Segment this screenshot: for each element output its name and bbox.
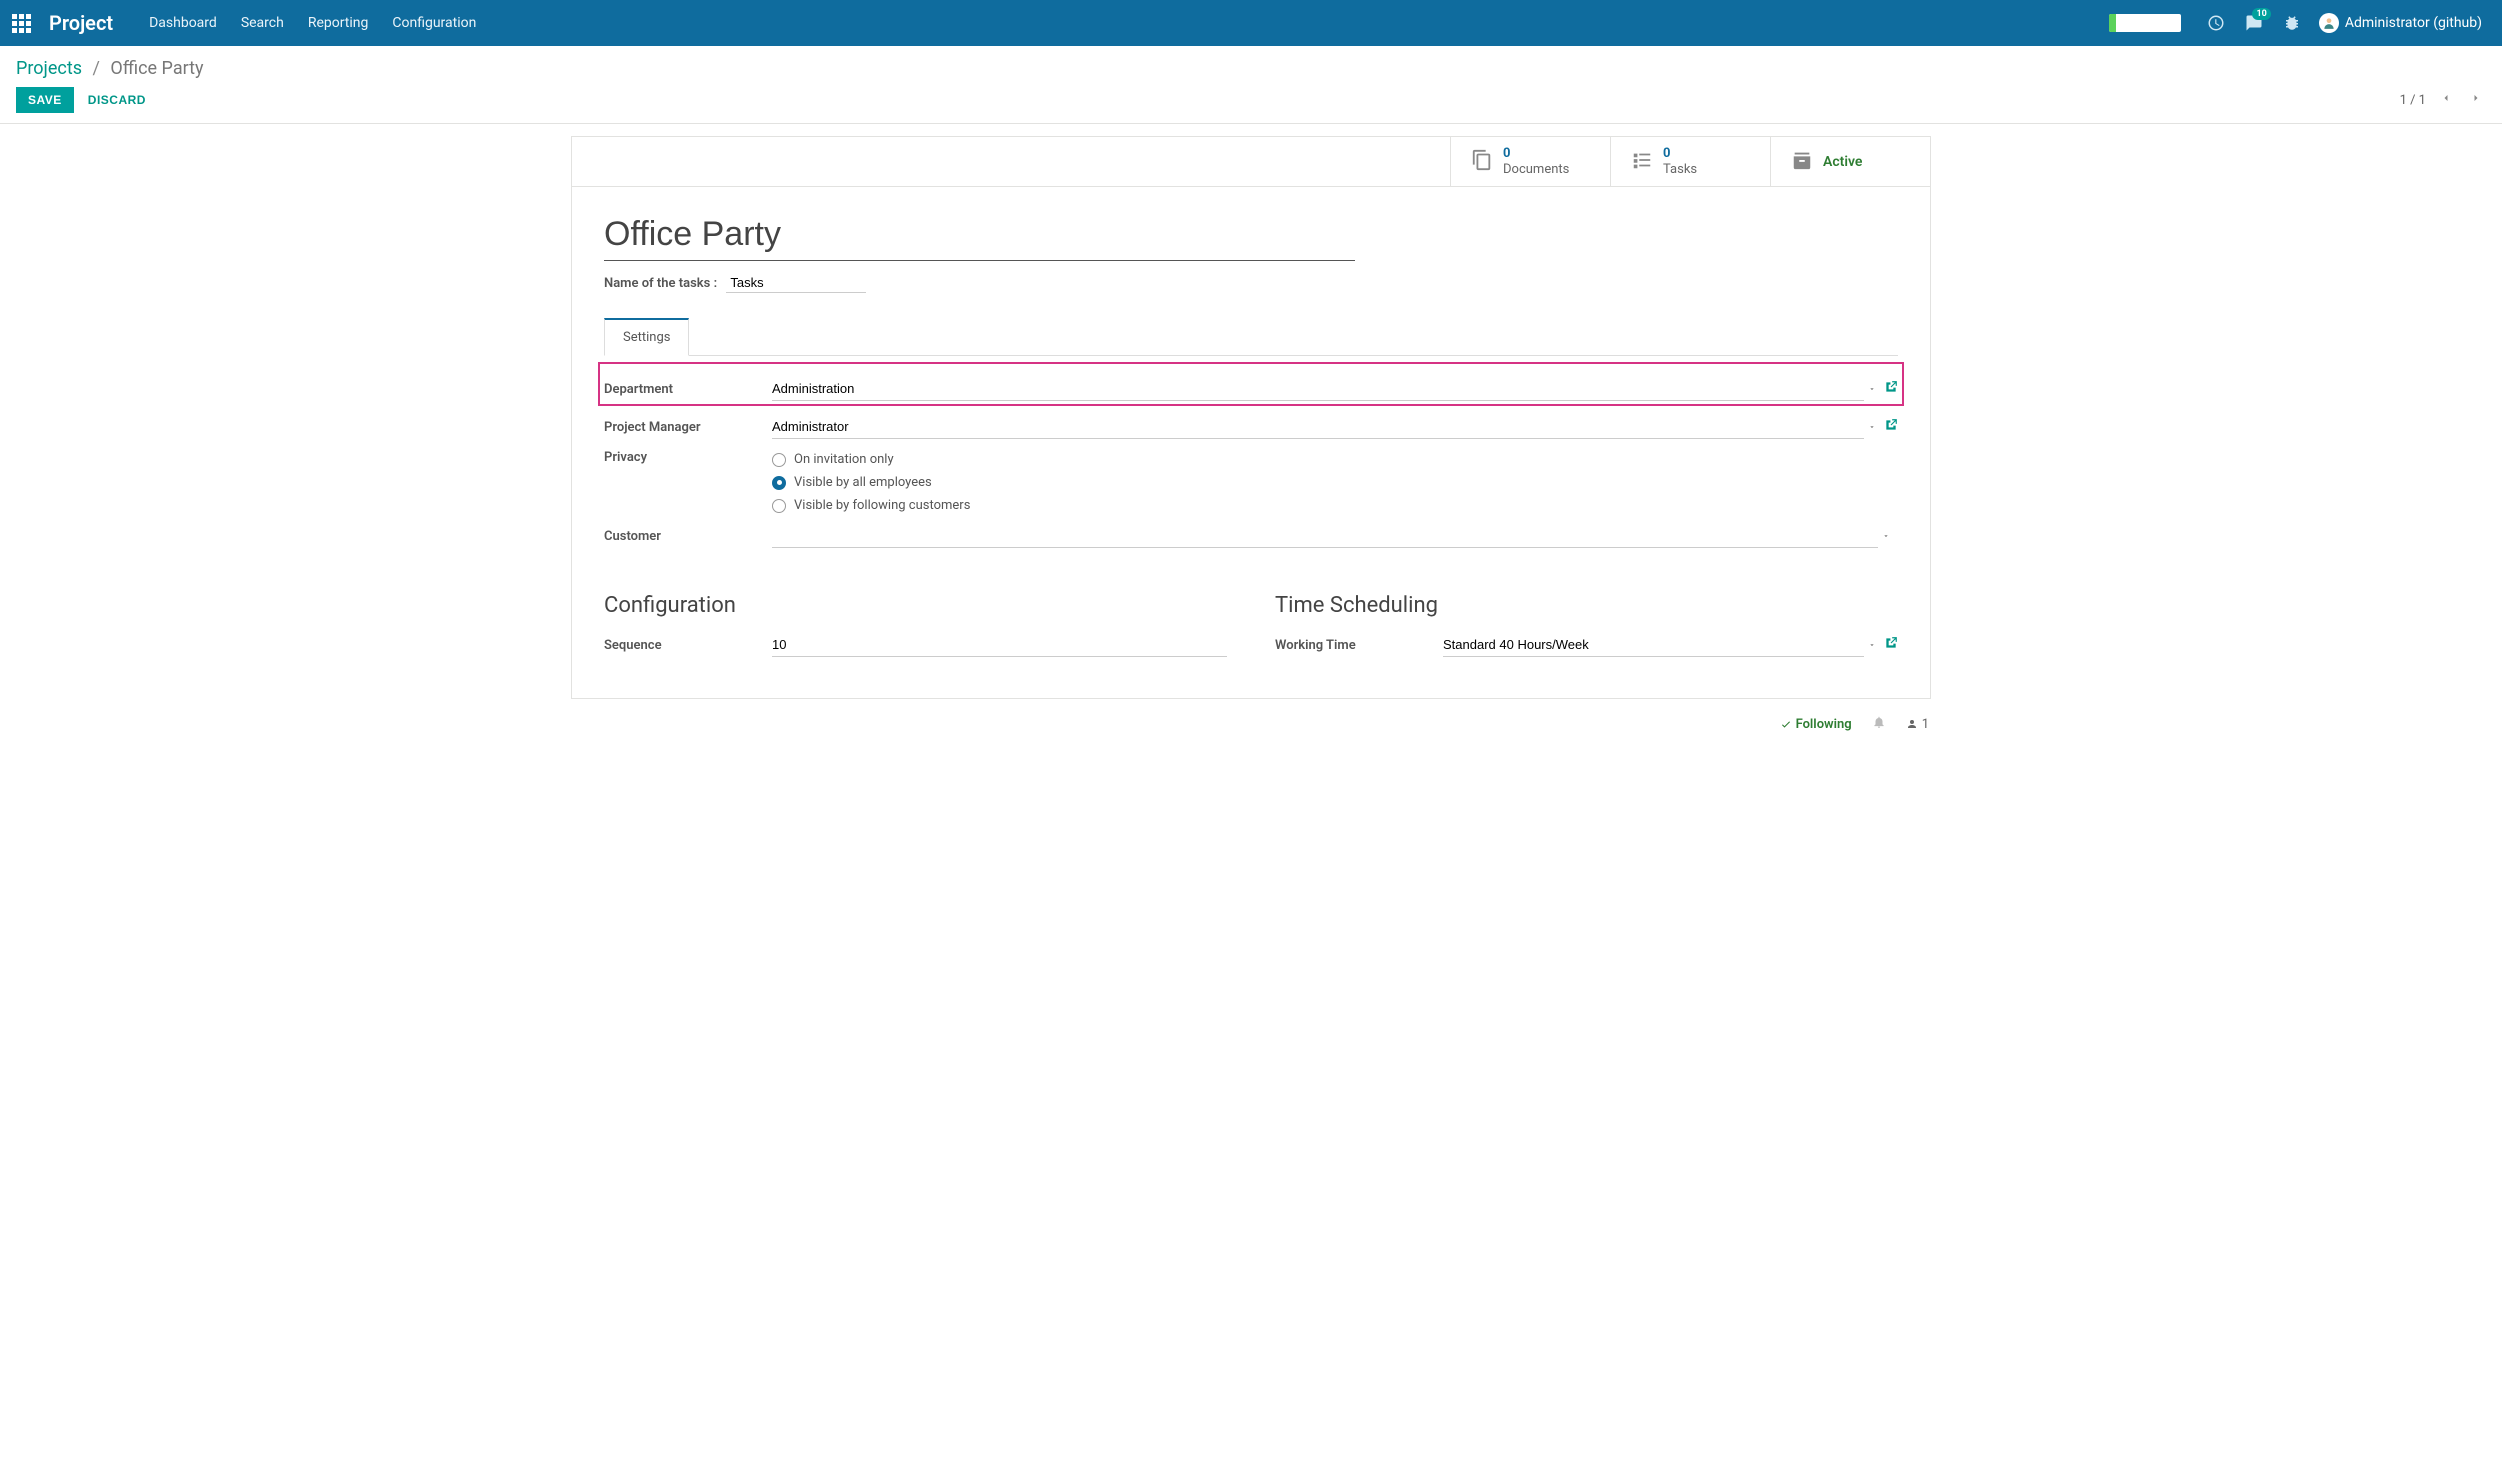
user-menu[interactable]: Administrator (github): [2345, 15, 2482, 31]
breadcrumb-projects[interactable]: Projects: [16, 58, 82, 79]
time-scheduling-section: Time Scheduling Working Time: [1275, 593, 1898, 658]
stat-tasks-value: 0: [1663, 146, 1697, 162]
stat-active-label: Active: [1823, 154, 1862, 170]
tasks-name-label: Name of the tasks :: [604, 276, 717, 291]
department-input[interactable]: [772, 377, 1864, 401]
progress-indicator[interactable]: [2109, 14, 2181, 32]
project-name-input[interactable]: [604, 211, 1355, 261]
stat-documents-button[interactable]: 0 Documents: [1450, 137, 1610, 186]
sequence-label: Sequence: [604, 638, 772, 653]
customer-input[interactable]: [772, 524, 1878, 548]
discard-button[interactable]: DISCARD: [88, 93, 146, 107]
working-time-input[interactable]: [1443, 633, 1864, 657]
control-panel: Projects / Office Party SAVE DISCARD 1 /…: [0, 46, 2502, 124]
archive-icon: [1791, 149, 1813, 175]
working-time-external-link-icon[interactable]: [1884, 636, 1898, 654]
stat-active-toggle[interactable]: Active: [1770, 137, 1930, 186]
nav-dashboard[interactable]: Dashboard: [149, 15, 217, 31]
privacy-option-invitation[interactable]: On invitation only: [772, 452, 970, 467]
stat-button-box: 0 Documents 0 Tasks Active: [572, 137, 1930, 187]
clock-icon[interactable]: [2207, 14, 2225, 32]
working-time-label: Working Time: [1275, 638, 1443, 653]
save-button[interactable]: SAVE: [16, 87, 74, 113]
manager-label: Project Manager: [604, 420, 772, 435]
nav-reporting[interactable]: Reporting: [308, 15, 369, 31]
comments-badge: 10: [2252, 8, 2270, 20]
pager-text: 1 / 1: [2400, 93, 2426, 108]
pager-next-button[interactable]: [2466, 88, 2486, 112]
pager: 1 / 1: [2400, 88, 2486, 112]
top-navbar: Project Dashboard Search Reporting Confi…: [0, 0, 2502, 46]
department-external-link-icon[interactable]: [1884, 380, 1898, 398]
manager-dropdown-icon[interactable]: [1868, 420, 1876, 435]
department-dropdown-icon[interactable]: [1868, 382, 1876, 397]
breadcrumb: Projects / Office Party: [16, 58, 2486, 79]
sequence-input[interactable]: [772, 633, 1227, 657]
tab-settings[interactable]: Settings: [604, 318, 689, 356]
follower-count[interactable]: 1: [1906, 717, 1929, 732]
documents-icon: [1471, 149, 1493, 175]
comments-icon[interactable]: 10: [2245, 14, 2263, 32]
following-button[interactable]: Following: [1780, 717, 1852, 732]
brand-title: Project: [49, 11, 113, 35]
privacy-radio-group: On invitation only Visible by all employ…: [772, 450, 970, 513]
stat-documents-value: 0: [1503, 146, 1569, 162]
manager-input[interactable]: [772, 415, 1864, 439]
bell-icon[interactable]: [1872, 715, 1886, 733]
customer-dropdown-icon[interactable]: [1882, 529, 1890, 544]
nav-search[interactable]: Search: [241, 15, 284, 31]
form-sheet: 0 Documents 0 Tasks Active: [571, 136, 1931, 699]
nav-configuration[interactable]: Configuration: [392, 15, 476, 31]
stat-tasks-button[interactable]: 0 Tasks: [1610, 137, 1770, 186]
tasks-name-input[interactable]: [726, 273, 866, 293]
privacy-option-employees[interactable]: Visible by all employees: [772, 475, 970, 490]
time-scheduling-heading: Time Scheduling: [1275, 593, 1898, 618]
configuration-heading: Configuration: [604, 593, 1227, 618]
configuration-section: Configuration Sequence: [604, 593, 1227, 658]
breadcrumb-current: Office Party: [110, 58, 203, 79]
stat-tasks-label: Tasks: [1663, 162, 1697, 178]
stat-documents-label: Documents: [1503, 162, 1569, 178]
follower-bar: Following 1: [571, 699, 1931, 741]
privacy-label: Privacy: [604, 450, 772, 465]
apps-menu-icon[interactable]: [12, 14, 31, 33]
bug-icon[interactable]: [2283, 14, 2301, 32]
pager-prev-button[interactable]: [2436, 88, 2456, 112]
tabs: Settings: [604, 317, 1898, 356]
tasks-icon: [1631, 149, 1653, 175]
user-avatar[interactable]: [2319, 13, 2339, 33]
privacy-option-customers[interactable]: Visible by following customers: [772, 498, 970, 513]
working-time-dropdown-icon[interactable]: [1868, 638, 1876, 653]
department-label: Department: [604, 382, 772, 397]
manager-external-link-icon[interactable]: [1884, 418, 1898, 436]
customer-label: Customer: [604, 529, 772, 544]
department-row-highlight: Department: [598, 362, 1904, 406]
